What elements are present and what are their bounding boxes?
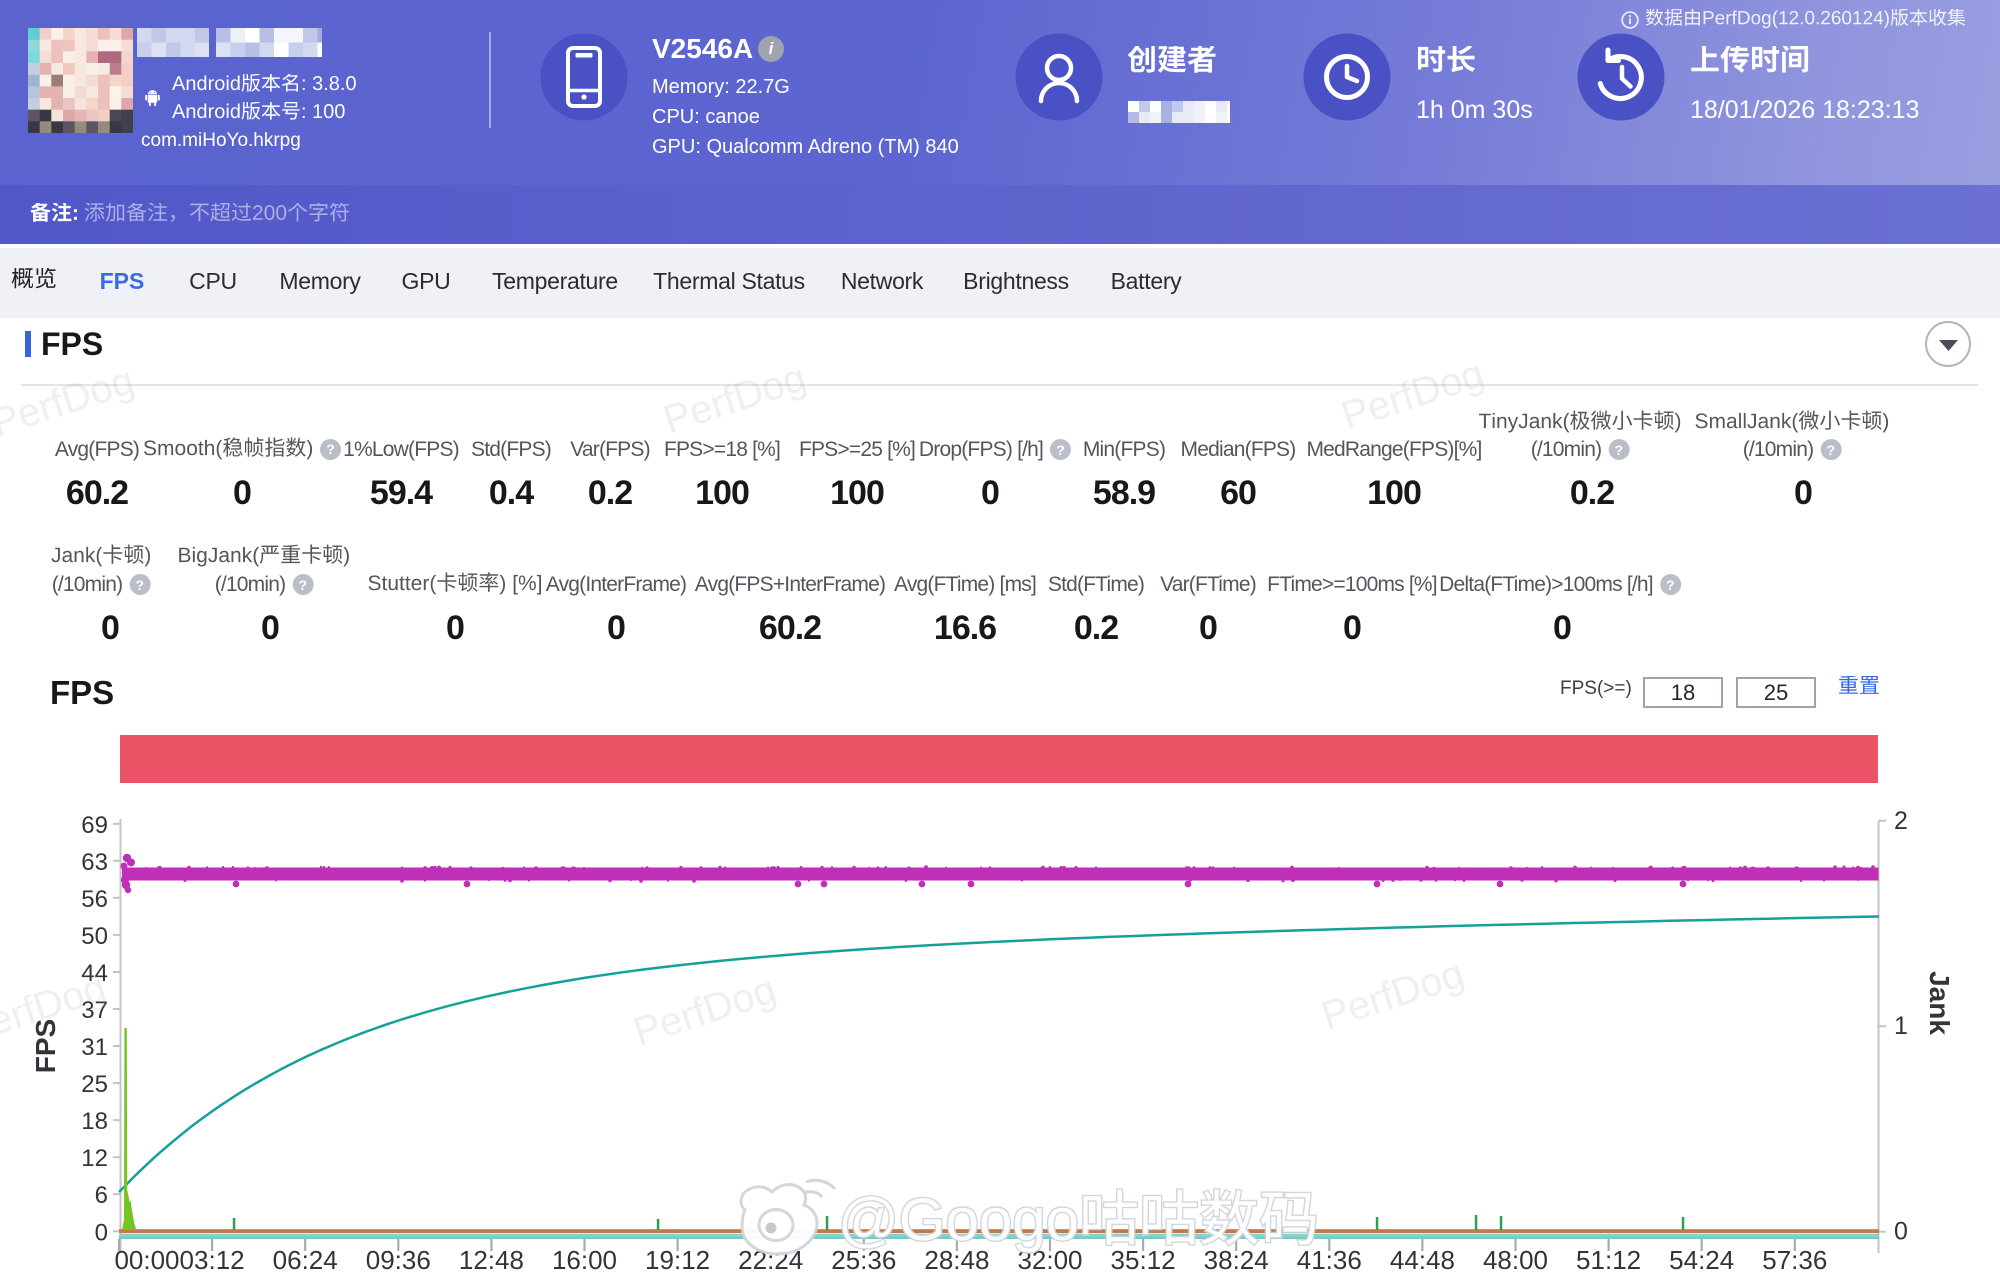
- svg-text:1: 1: [1894, 1012, 1908, 1040]
- svg-text:38:24: 38:24: [1204, 1245, 1269, 1275]
- svg-text:31: 31: [81, 1034, 108, 1061]
- svg-text:56: 56: [81, 886, 108, 913]
- svg-text:2: 2: [1894, 807, 1908, 835]
- svg-text:25: 25: [81, 1071, 108, 1098]
- svg-text:57:36: 57:36: [1762, 1245, 1827, 1275]
- svg-text:00:00: 00:00: [114, 1245, 179, 1275]
- svg-text:54:24: 54:24: [1669, 1245, 1734, 1275]
- svg-text:03:12: 03:12: [180, 1245, 245, 1275]
- svg-text:50: 50: [81, 923, 108, 950]
- svg-text:16:00: 16:00: [552, 1245, 617, 1275]
- svg-text:06:24: 06:24: [273, 1245, 338, 1275]
- svg-text:Jank: Jank: [1924, 971, 1955, 1035]
- svg-text:35:12: 35:12: [1111, 1245, 1176, 1275]
- svg-text:09:36: 09:36: [366, 1245, 431, 1275]
- svg-text:28:48: 28:48: [924, 1245, 989, 1275]
- svg-text:12: 12: [81, 1145, 108, 1172]
- svg-text:63: 63: [81, 849, 108, 876]
- svg-text:18: 18: [81, 1108, 108, 1135]
- svg-text:51:12: 51:12: [1576, 1245, 1641, 1275]
- svg-text:FPS: FPS: [30, 1019, 61, 1073]
- svg-text:44:48: 44:48: [1390, 1245, 1455, 1275]
- svg-text:48:00: 48:00: [1483, 1245, 1548, 1275]
- svg-text:69: 69: [81, 812, 108, 839]
- svg-text:6: 6: [95, 1182, 108, 1209]
- svg-text:12:48: 12:48: [459, 1245, 524, 1275]
- svg-text:0: 0: [1894, 1218, 1908, 1246]
- svg-text:41:36: 41:36: [1297, 1245, 1362, 1275]
- svg-text:0: 0: [95, 1219, 108, 1246]
- svg-text:19:12: 19:12: [645, 1245, 710, 1275]
